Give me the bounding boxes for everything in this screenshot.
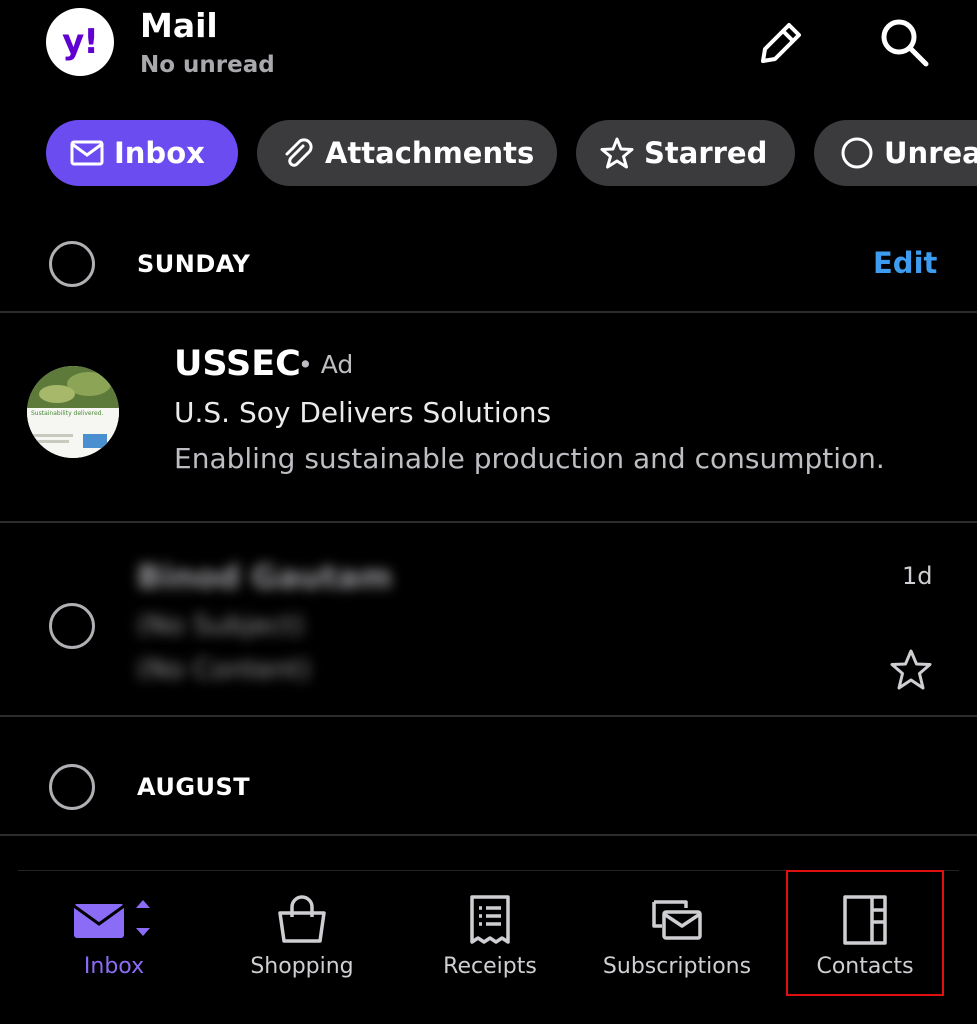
filter-chip-starred[interactable]: Starred [576, 120, 795, 186]
app-title: Mail [140, 6, 218, 45]
nav-receipts[interactable]: Receipts [420, 880, 560, 1000]
star-toggle-button[interactable] [888, 648, 936, 694]
nav-label: Shopping [250, 954, 354, 979]
paperclip-icon [285, 138, 313, 167]
star-icon [600, 137, 634, 169]
message-time: 1d [902, 562, 933, 590]
contacts-highlight-box [786, 870, 944, 996]
star-icon [890, 649, 932, 690]
ad-avatar-text: Sustainability delivered. [31, 410, 104, 417]
message-subject: (No Subject) [137, 610, 305, 641]
yahoo-logo: y! [46, 8, 114, 76]
message-select-checkbox[interactable] [49, 603, 95, 649]
nav-label: Receipts [443, 954, 537, 979]
subscriptions-icon [652, 900, 702, 940]
select-all-august-checkbox[interactable] [49, 764, 95, 810]
nav-label: Inbox [83, 954, 145, 979]
ad-subject: U.S. Soy Delivers Solutions [174, 396, 552, 429]
message-snippet: (No Content) [137, 654, 311, 685]
filter-chip-unread[interactable]: Unread [814, 120, 977, 186]
ad-sender: USSEC [174, 344, 301, 384]
search-icon [881, 19, 929, 67]
filter-chip-label: Unread [884, 136, 977, 170]
nav-label: Subscriptions [602, 954, 752, 979]
nav-inbox[interactable]: Inbox [44, 880, 184, 1000]
section-label-august: AUGUST [137, 773, 251, 801]
filter-chip-inbox[interactable]: Inbox [46, 120, 238, 186]
message-sender: Binod Gautam [137, 558, 393, 596]
edit-button[interactable]: Edit [873, 246, 937, 280]
nav-subscriptions[interactable]: Subscriptions [598, 880, 756, 1000]
select-all-sunday-checkbox[interactable] [49, 241, 95, 287]
ad-snippet: Enabling sustainable production and cons… [174, 442, 885, 475]
filter-chip-label: Attachments [325, 136, 535, 170]
filter-chip-label: Starred [644, 136, 768, 170]
unread-status: No unread [140, 52, 275, 78]
envelope-icon [70, 140, 104, 166]
divider [0, 834, 977, 836]
search-button[interactable] [876, 14, 932, 70]
section-label-sunday: SUNDAY [137, 250, 251, 278]
circle-icon [841, 137, 873, 169]
compose-button[interactable] [754, 14, 810, 70]
ad-avatar[interactable]: Sustainability delivered. [27, 366, 119, 458]
nav-shopping[interactable]: Shopping [232, 880, 372, 1000]
filter-chip-attachments[interactable]: Attachments [257, 120, 557, 186]
pencil-icon [761, 23, 801, 63]
receipt-icon [470, 895, 510, 944]
shopping-bag-icon [278, 895, 326, 943]
mail-icon [73, 900, 150, 938]
divider [0, 715, 977, 717]
filter-chip-label: Inbox [114, 136, 205, 170]
ad-tag: • Ad [298, 350, 354, 379]
